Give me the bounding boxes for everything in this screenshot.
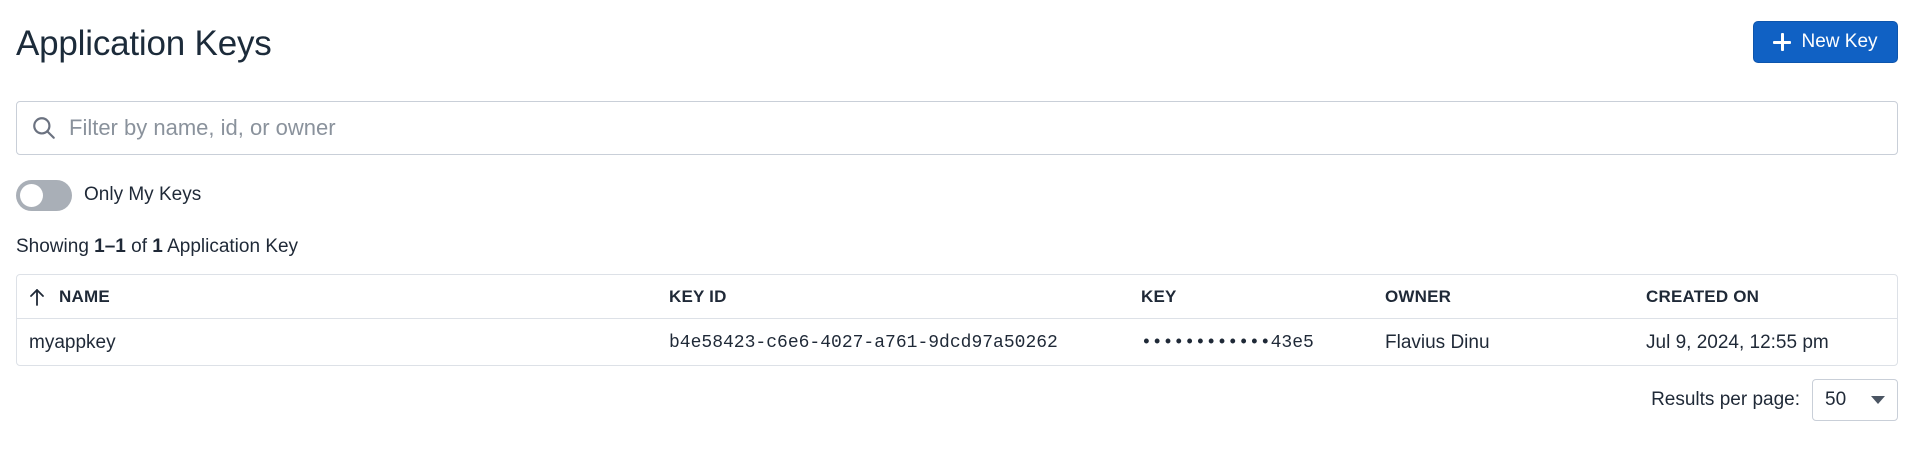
summary-prefix: Showing xyxy=(16,236,95,257)
cell-created-on: Jul 9, 2024, 12:55 pm xyxy=(1646,331,1829,353)
chevron-down-icon xyxy=(1871,396,1885,404)
search-input[interactable] xyxy=(69,102,1897,154)
search-box[interactable] xyxy=(16,101,1898,155)
column-header-name[interactable]: NAME xyxy=(29,275,110,318)
cell-name: myappkey xyxy=(29,331,116,353)
column-header-name-label: NAME xyxy=(59,286,110,306)
application-keys-table: NAME KEY ID KEY OWNER CREATED ON myappke… xyxy=(16,274,1898,366)
arrow-up-icon[interactable] xyxy=(29,287,45,307)
results-per-page-label: Results per page: xyxy=(1651,389,1800,410)
only-my-keys-toggle-row: Only My Keys xyxy=(16,179,201,211)
only-my-keys-label[interactable]: Only My Keys xyxy=(84,184,201,206)
plus-icon xyxy=(1773,33,1792,51)
table-header-row: NAME KEY ID KEY OWNER CREATED ON xyxy=(17,275,1897,319)
results-summary: Showing 1–1 of 1 Application Key xyxy=(16,236,298,258)
cell-key-id: b4e58423-c6e6-4027-a761-9dcd97a50262 xyxy=(669,332,1058,353)
toggle-knob xyxy=(20,183,43,207)
column-header-key[interactable]: KEY xyxy=(1141,275,1177,318)
application-keys-page: Application Keys New Key Only My Keys Sh… xyxy=(0,0,1920,462)
search-icon xyxy=(33,117,55,139)
only-my-keys-toggle[interactable] xyxy=(16,179,72,211)
results-per-page-value: 50 xyxy=(1825,389,1847,410)
column-header-created-on[interactable]: CREATED ON xyxy=(1646,275,1759,318)
results-per-page: Results per page: 50 xyxy=(1651,378,1898,422)
table-row[interactable]: myappkey b4e58423-c6e6-4027-a761-9dcd97a… xyxy=(17,319,1897,366)
new-key-button-label: New Key xyxy=(1801,31,1878,52)
cell-key: ••••••••••••43e5 xyxy=(1141,332,1314,353)
summary-total: 1 xyxy=(152,236,163,257)
summary-range: 1–1 xyxy=(94,236,126,257)
cell-owner: Flavius Dinu xyxy=(1385,331,1490,353)
summary-middle: of xyxy=(125,236,153,257)
column-header-key-id[interactable]: KEY ID xyxy=(669,275,727,318)
new-key-button[interactable]: New Key xyxy=(1753,21,1898,63)
page-title: Application Keys xyxy=(16,24,272,63)
column-header-owner[interactable]: OWNER xyxy=(1385,275,1451,318)
summary-suffix: Application Key xyxy=(162,236,299,257)
results-per-page-select[interactable]: 50 xyxy=(1812,379,1898,421)
